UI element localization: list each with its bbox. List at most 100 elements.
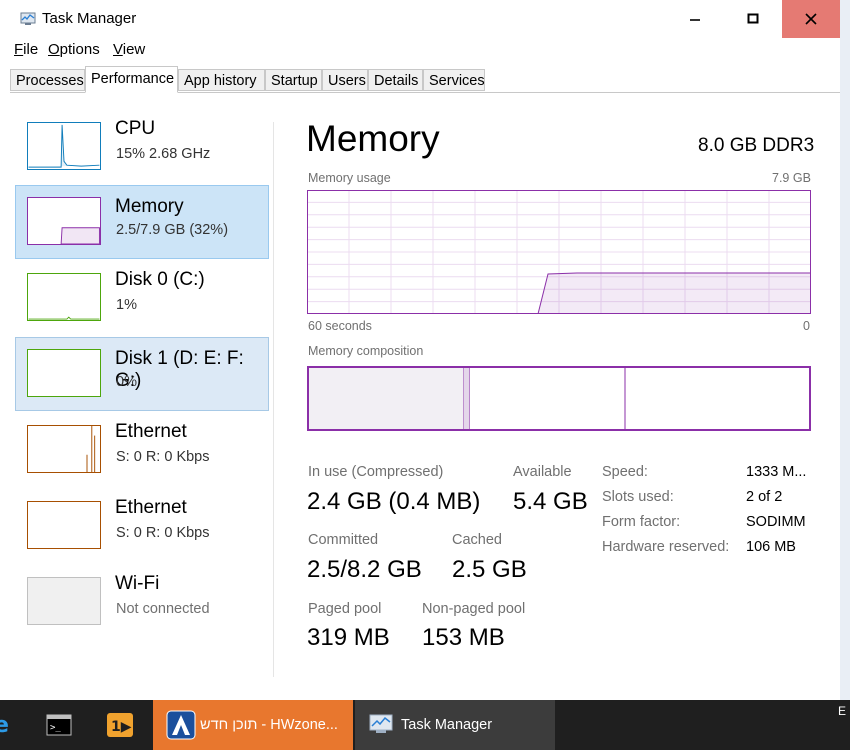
- menu-file-label: ile: [23, 41, 39, 58]
- sidebar-item-title: Ethernet: [115, 497, 187, 518]
- sidebar-item-cpu[interactable]: CPU 15% 2.68 GHz: [15, 110, 269, 184]
- sidebar-item-subtitle: S: 0 R: 0 Kbps: [116, 449, 210, 465]
- menu-file[interactable]: File: [14, 41, 38, 58]
- tab-startup[interactable]: Startup: [265, 69, 322, 91]
- taskbar-task-manager-label: Task Manager: [401, 717, 493, 733]
- svg-text:>_: >_: [50, 723, 61, 733]
- committed-label: Committed: [308, 532, 379, 548]
- close-button[interactable]: [782, 0, 840, 38]
- speed-value: 1333 M...: [746, 464, 807, 480]
- memory-composition-label: Memory composition: [308, 344, 424, 358]
- menu-file-accel: F: [14, 41, 24, 58]
- memory-usage-series: [537, 272, 811, 314]
- minimize-button[interactable]: [666, 0, 724, 38]
- sidebar-item-subtitle: 15% 2.68 GHz: [116, 146, 211, 162]
- memory-thumbnail-graph: [27, 197, 101, 245]
- available-value: 5.4 GB: [513, 488, 588, 515]
- svg-text:e: e: [0, 713, 9, 737]
- hardware-reserved-value: 106 MB: [746, 539, 796, 555]
- cached-label: Cached: [452, 532, 502, 548]
- sidebar-item-disk1[interactable]: Disk 1 (D: E: F: G:) 0%: [15, 337, 269, 411]
- sidebar-item-memory[interactable]: Memory 2.5/7.9 GB (32%): [15, 185, 269, 259]
- tab-performance[interactable]: Performance: [85, 66, 178, 93]
- panel-divider[interactable]: [273, 122, 274, 677]
- task-manager-app-icon: [20, 12, 36, 25]
- sidebar-item-disk0[interactable]: Disk 0 (C:) 1%: [15, 261, 269, 335]
- form-factor-label: Form factor:: [602, 514, 681, 530]
- paged-pool-label: Paged pool: [308, 601, 382, 617]
- sidebar-item-wifi[interactable]: Wi-Fi Not connected: [15, 565, 269, 639]
- sidebar-item-title: Memory: [115, 196, 184, 217]
- disk1-thumbnail-graph: [27, 349, 101, 397]
- tab-app-history[interactable]: App history: [178, 69, 265, 91]
- memory-usage-graph: [307, 190, 811, 314]
- menu-view-accel: V: [113, 41, 123, 58]
- sidebar-item-title: Wi-Fi: [115, 573, 160, 594]
- tray-language-indicator[interactable]: E: [838, 704, 846, 718]
- sidebar-item-subtitle: Not connected: [116, 601, 210, 617]
- in-use-value: 2.4 GB (0.4 MB): [307, 488, 481, 515]
- composition-standby: [470, 367, 625, 430]
- slots-used-value: 2 of 2: [746, 489, 783, 505]
- menu-view[interactable]: View: [113, 41, 145, 58]
- memory-type: 8.0 GB DDR3: [698, 135, 815, 156]
- ethernet2-thumbnail-graph: [27, 501, 101, 549]
- composition-modified: [464, 367, 470, 430]
- tab-users[interactable]: Users: [322, 69, 368, 91]
- available-label: Available: [513, 464, 572, 480]
- maximize-button[interactable]: [724, 0, 782, 38]
- sidebar-item-ethernet-1[interactable]: Ethernet S: 0 R: 0 Kbps: [15, 413, 269, 487]
- taskbar-app-button[interactable]: 1▶: [100, 700, 140, 750]
- speed-label: Speed:: [602, 464, 648, 480]
- hardware-reserved-label: Hardware reserved:: [602, 539, 730, 555]
- cpu-thumbnail-graph: [27, 122, 101, 170]
- sidebar-item-title: Ethernet: [115, 421, 187, 442]
- taskbar-ie-button[interactable]: e: [0, 700, 14, 750]
- disk0-thumbnail-graph: [27, 273, 101, 321]
- minimize-icon: [690, 19, 700, 21]
- sidebar-item-title: CPU: [115, 118, 156, 139]
- menu-options-label: ptions: [59, 41, 100, 58]
- close-icon: [805, 13, 817, 25]
- sidebar-item-title: Disk 1 (D: E: F: G:): [115, 348, 244, 391]
- internet-explorer-icon: e: [0, 713, 9, 737]
- graph-time-span: 60 seconds: [308, 319, 372, 333]
- browser-logo-icon: [166, 710, 196, 740]
- memory-usage-label: Memory usage: [308, 171, 391, 185]
- sidebar-item-subtitle: 2.5/7.9 GB (32%): [116, 222, 229, 238]
- taskbar-cmd-button[interactable]: >_: [40, 700, 78, 750]
- non-paged-pool-label: Non-paged pool: [422, 601, 526, 617]
- sidebar-item-title: Disk 0 (C:): [115, 269, 205, 290]
- app-logo-icon: 1▶: [107, 713, 133, 737]
- committed-value: 2.5/8.2 GB: [307, 556, 422, 583]
- slots-used-label: Slots used:: [602, 489, 674, 505]
- page-title: Memory: [306, 118, 440, 159]
- command-prompt-icon: >_: [46, 714, 72, 736]
- cached-value: 2.5 GB: [452, 556, 527, 583]
- tab-services[interactable]: Services: [423, 69, 485, 91]
- menu-options-accel: O: [48, 41, 60, 58]
- in-use-label: In use (Compressed): [308, 464, 444, 480]
- sidebar-item-ethernet-2[interactable]: Ethernet S: 0 R: 0 Kbps: [15, 489, 269, 563]
- graph-time-zero: 0: [803, 319, 810, 333]
- composition-in-use: [308, 367, 464, 430]
- non-paged-pool-value: 153 MB: [422, 624, 505, 651]
- menu-options[interactable]: Options: [48, 41, 100, 58]
- desktop-background: [840, 0, 850, 700]
- svg-text:1▶: 1▶: [111, 719, 132, 735]
- form-factor-value: SODIMM: [746, 514, 806, 530]
- window-title: Task Manager: [42, 10, 137, 27]
- paged-pool-value: 319 MB: [307, 624, 390, 651]
- tab-details[interactable]: Details: [368, 69, 423, 91]
- maximize-icon: [747, 13, 759, 24]
- menu-view-label: iew: [122, 41, 146, 58]
- memory-composition-bar: [307, 366, 811, 431]
- sidebar-item-subtitle: 0%: [116, 374, 137, 390]
- sidebar-item-subtitle: 1%: [116, 297, 137, 313]
- memory-usage-max: 7.9 GB: [772, 171, 811, 185]
- task-manager-taskbar-icon: [369, 714, 393, 733]
- wifi-thumbnail-graph: [27, 577, 101, 625]
- tab-processes[interactable]: Processes: [10, 69, 85, 91]
- taskbar-browser-label: תוכן חדש - HWzone...: [200, 717, 338, 733]
- ethernet1-thumbnail-graph: [27, 425, 101, 473]
